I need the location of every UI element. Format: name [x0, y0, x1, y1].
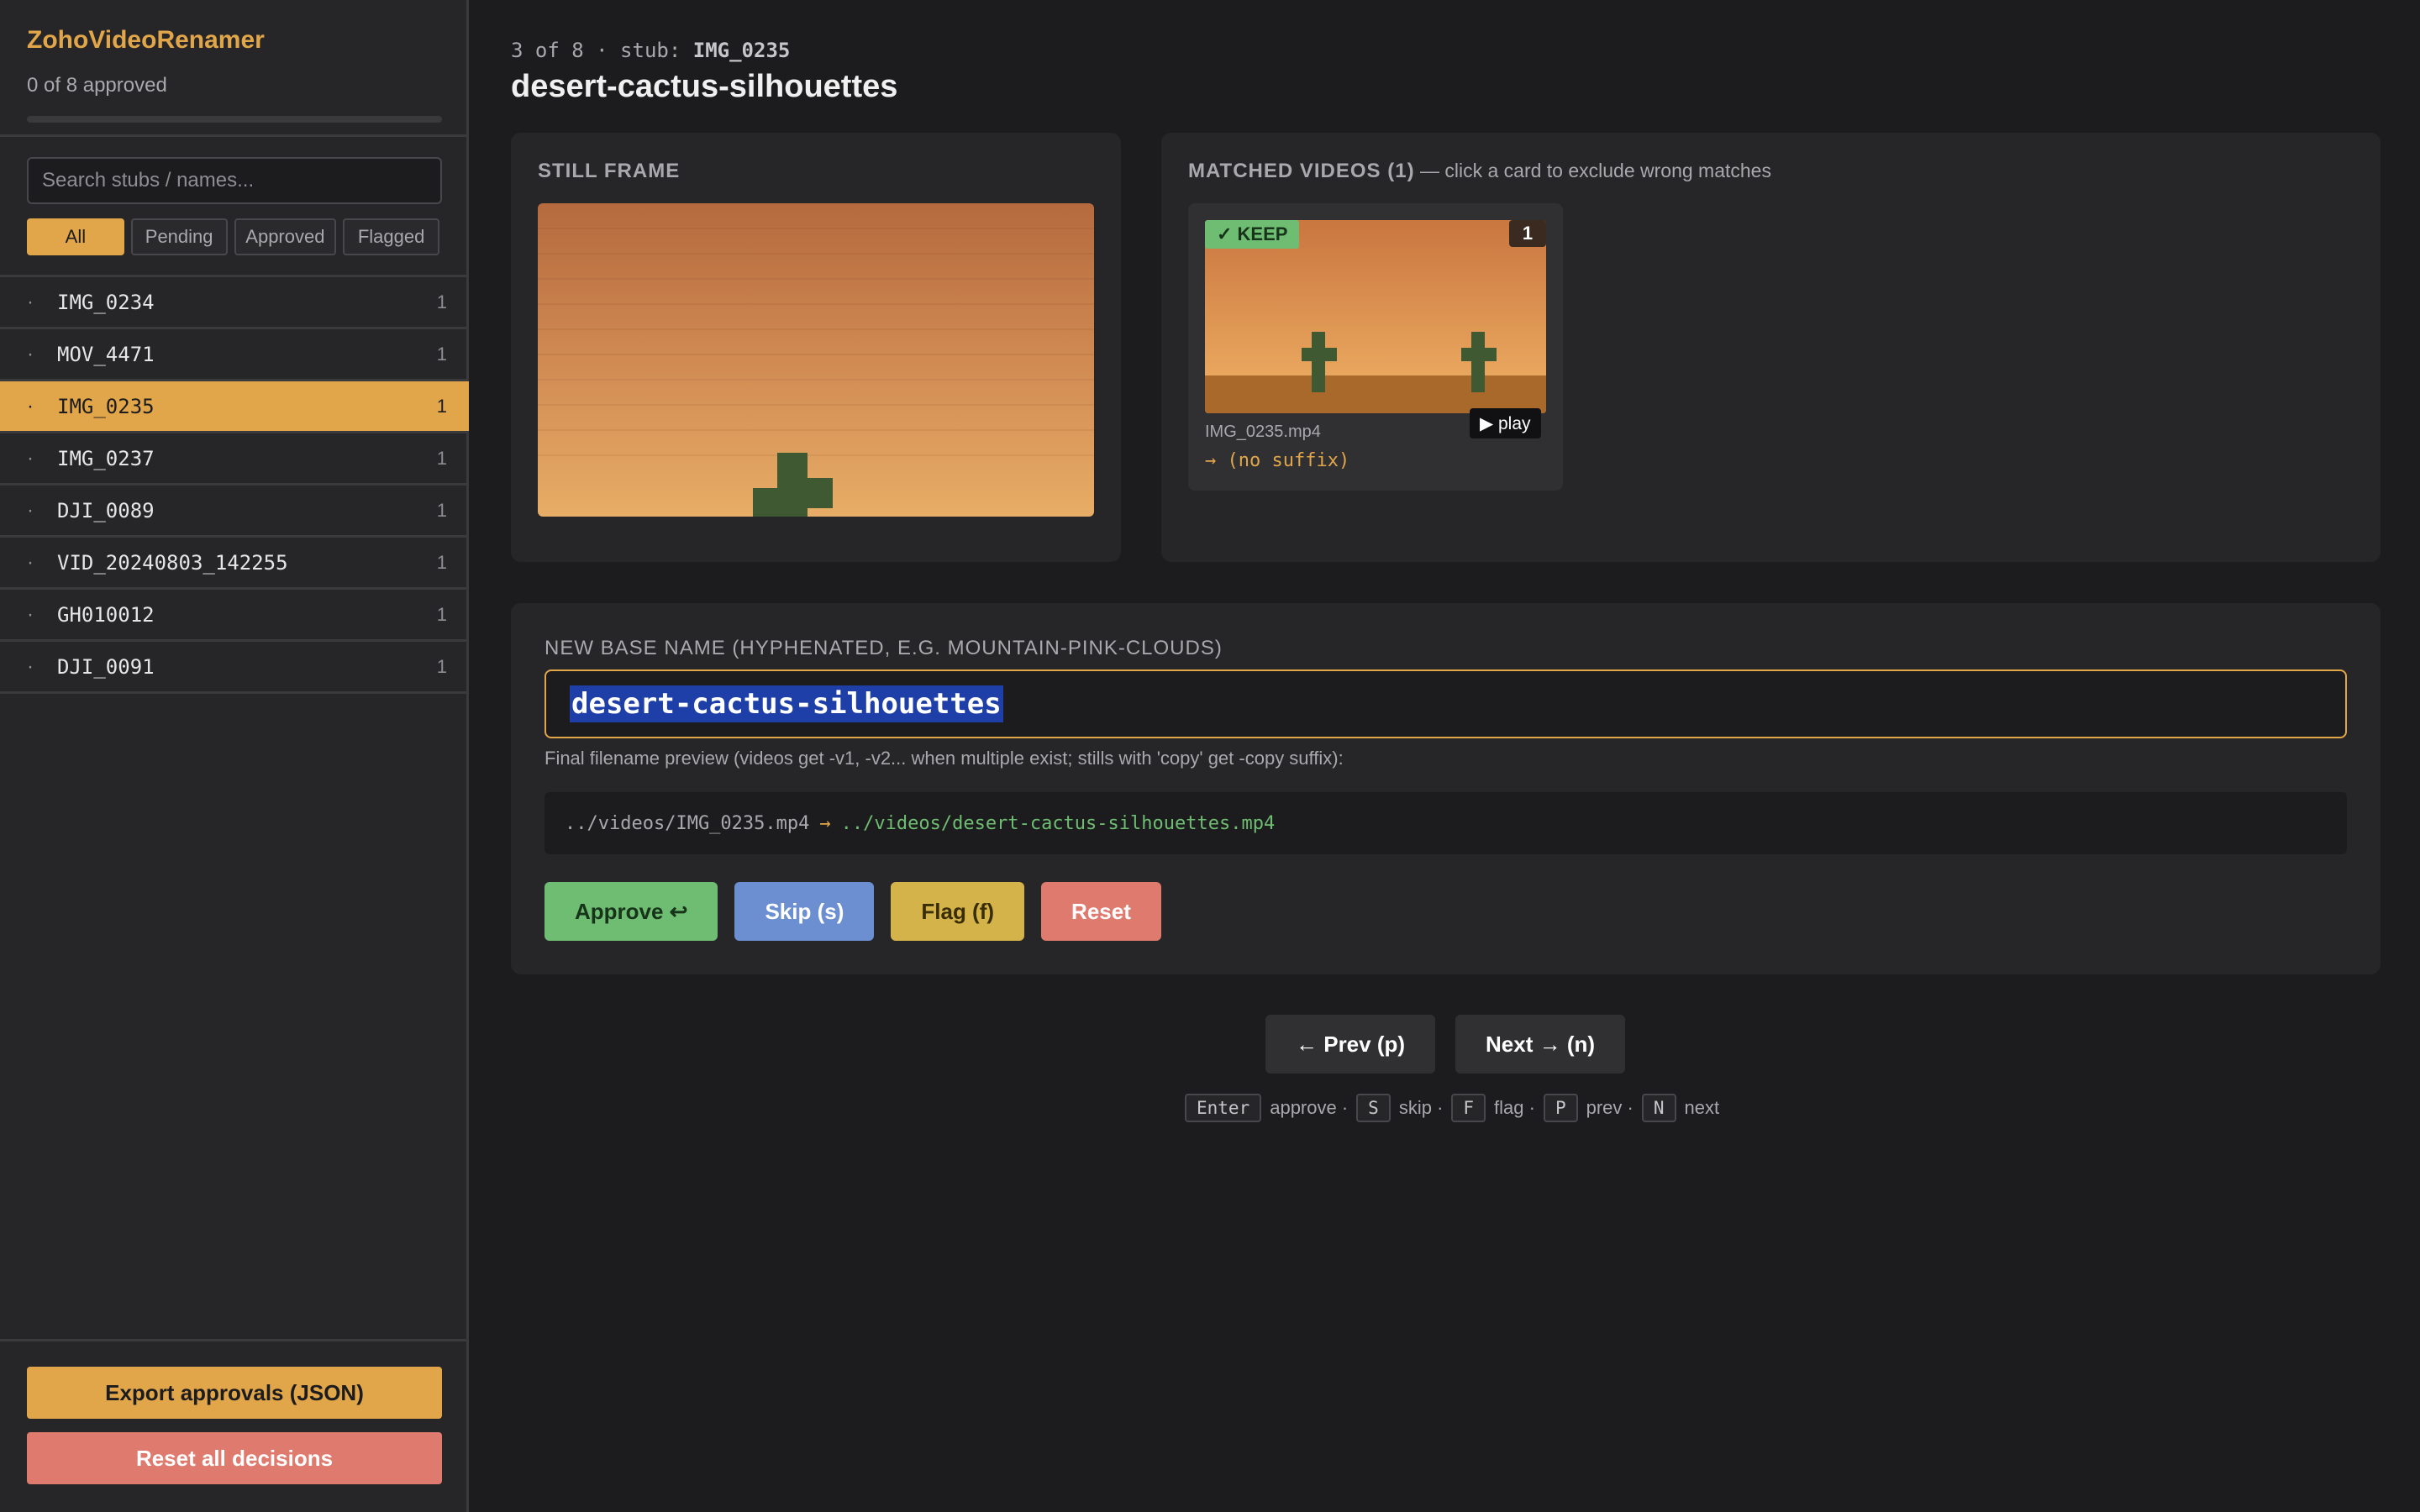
flag-button[interactable]: Flag (f) [891, 882, 1025, 941]
matched-videos-label: MATCHED VIDEOS (1) — click a card to exc… [1188, 160, 1771, 183]
preview-old-path: ../videos/IMG_0235.mp4 [565, 812, 810, 834]
still-frame-label: STILL FRAME [538, 160, 681, 182]
stub-list-item[interactable]: · DJI_0089 1 [0, 486, 469, 538]
keyboard-shortcuts: Enter approve · S skip · F flag · P prev… [1176, 1094, 1719, 1122]
shortcut-key: P [1543, 1094, 1578, 1122]
stub-status-dot: · [27, 342, 34, 365]
stub-match-count: 1 [436, 499, 447, 521]
stub-status-dot: · [27, 446, 34, 470]
stub-match-count: 1 [436, 603, 447, 625]
navigation: ← Prev (p) Next → (n) [1265, 1015, 1626, 1074]
approval-progress-bar [27, 116, 442, 123]
video-suffix: → (no suffix) [1205, 450, 1350, 471]
stub-name: IMG_0235 [57, 394, 155, 418]
stub-match-count: 1 [436, 291, 447, 312]
stub-list-item[interactable]: · GH010012 1 [0, 590, 469, 642]
video-filename: IMG_0235.mp4 [1205, 423, 1321, 441]
shortcut-desc: flag · [1494, 1097, 1535, 1118]
matched-videos-panel: MATCHED VIDEOS (1) — click a card to exc… [1161, 133, 2381, 562]
still-frame-panel: STILL FRAME [511, 133, 1121, 562]
reset-all-button[interactable]: Reset all decisions [27, 1432, 442, 1484]
matched-videos-title: MATCHED VIDEOS (1) [1188, 160, 1415, 182]
filter-flagged-button[interactable]: Flagged [343, 218, 439, 255]
stub-list: · IMG_0234 1 · MOV_4471 1 · IMG_0235 1 ·… [0, 275, 469, 694]
stub-list-item[interactable]: · IMG_0237 1 [0, 433, 469, 486]
stub-match-count: 1 [436, 551, 447, 573]
video-thumbnail [1205, 220, 1546, 413]
stub-match-count: 1 [436, 655, 447, 677]
stub-status-dot: · [27, 654, 34, 678]
preview-arrow-icon: → [819, 812, 831, 834]
action-buttons: Approve ↩ Skip (s) Flag (f) Reset [544, 882, 1161, 941]
shortcut-desc: approve · [1270, 1097, 1349, 1118]
stub-name: GH010012 [57, 602, 155, 627]
shortcut-desc: prev · [1586, 1097, 1634, 1118]
stub-list-item[interactable]: · DJI_0091 1 [0, 642, 469, 694]
stub-name: IMG_0234 [57, 290, 155, 314]
filter-pending-button[interactable]: Pending [130, 218, 228, 255]
stub-status-dot: · [27, 394, 34, 417]
stub-name: IMG_0237 [57, 446, 155, 470]
filter-approved-button[interactable]: Approved [234, 218, 337, 255]
stub-list-item[interactable]: · VID_20240803_142255 1 [0, 538, 469, 590]
video-number-badge: 1 [1509, 220, 1546, 247]
sidebar-footer: Export approvals (JSON) Reset all decisi… [0, 1339, 466, 1512]
preview-note: Final filename preview (videos get -v1, … [544, 748, 1344, 769]
stub-status-dot: · [27, 602, 34, 626]
approved-count: 0 of 8 approved [27, 74, 167, 97]
rename-panel: NEW BASE NAME (HYPHENATED, E.G. MOUNTAIN… [511, 603, 2381, 974]
keep-badge: ✓ KEEP [1205, 220, 1300, 249]
stub-list-item-selected[interactable]: · IMG_0235 1 [0, 381, 469, 433]
shortcut-key: N [1641, 1094, 1676, 1122]
stub-match-count: 1 [436, 395, 447, 417]
stub-name: VID_20240803_142255 [57, 550, 288, 575]
stub-status-dot: · [27, 498, 34, 522]
still-frame-image [538, 203, 1094, 517]
sidebar: ZohoVideoRenamer 0 of 8 approved All Pen… [0, 0, 469, 1512]
shortcut-key: S [1356, 1094, 1391, 1122]
reset-button[interactable]: Reset [1041, 882, 1161, 941]
shortcut-desc: skip · [1398, 1097, 1444, 1118]
next-button[interactable]: Next → (n) [1455, 1015, 1626, 1074]
stub-status-dot: · [27, 550, 34, 574]
skip-button[interactable]: Skip (s) [734, 882, 875, 941]
page-title: desert-cactus-silhouettes [511, 69, 898, 104]
stub-name: DJI_0089 [57, 498, 155, 522]
base-name-value: desert-cactus-silhouettes [570, 685, 1003, 722]
app-title: ZohoVideoRenamer [27, 26, 265, 54]
filter-bar: All Pending Approved Flagged [0, 204, 466, 255]
video-card[interactable]: ✓ KEEP 1 ▶ play IMG_0235.mp4 → (no suffi… [1188, 203, 1563, 491]
prev-button[interactable]: ← Prev (p) [1265, 1015, 1436, 1074]
stub-name: DJI_0091 [57, 654, 155, 679]
stub-position-line: 3 of 8 · stub: IMG_0235 [511, 39, 790, 62]
play-button[interactable]: ▶ play [1470, 408, 1541, 438]
stub-match-count: 1 [436, 343, 447, 365]
matched-videos-hint: — click a card to exclude wrong matches [1414, 160, 1771, 181]
filter-all-button[interactable]: All [27, 218, 124, 255]
stub-id: IMG_0235 [692, 39, 791, 62]
base-name-input[interactable]: desert-cactus-silhouettes [544, 669, 2347, 738]
search-input[interactable] [27, 157, 442, 204]
shortcut-desc: next [1684, 1097, 1720, 1118]
filename-preview: ../videos/IMG_0235.mp4 → ../videos/deser… [544, 792, 2347, 854]
approve-button[interactable]: Approve ↩ [544, 882, 718, 941]
stub-match-count: 1 [436, 447, 447, 469]
stub-name: MOV_4471 [57, 342, 155, 366]
stub-status-dot: · [27, 290, 34, 313]
export-approvals-button[interactable]: Export approvals (JSON) [27, 1367, 442, 1419]
base-name-label: NEW BASE NAME (HYPHENATED, E.G. MOUNTAIN… [544, 637, 1223, 659]
stub-list-item[interactable]: · IMG_0234 1 [0, 277, 469, 329]
preview-new-path: ../videos/desert-cactus-silhouettes.mp4 [840, 812, 1276, 834]
main-content: 3 of 8 · stub: IMG_0235 desert-cactus-si… [471, 0, 2420, 1512]
sidebar-header: ZohoVideoRenamer 0 of 8 approved [0, 0, 466, 137]
shortcut-key: F [1451, 1094, 1486, 1122]
shortcut-key: Enter [1185, 1094, 1262, 1122]
stub-list-item[interactable]: · MOV_4471 1 [0, 329, 469, 381]
stub-position-text: 3 of 8 · stub: [511, 39, 693, 62]
